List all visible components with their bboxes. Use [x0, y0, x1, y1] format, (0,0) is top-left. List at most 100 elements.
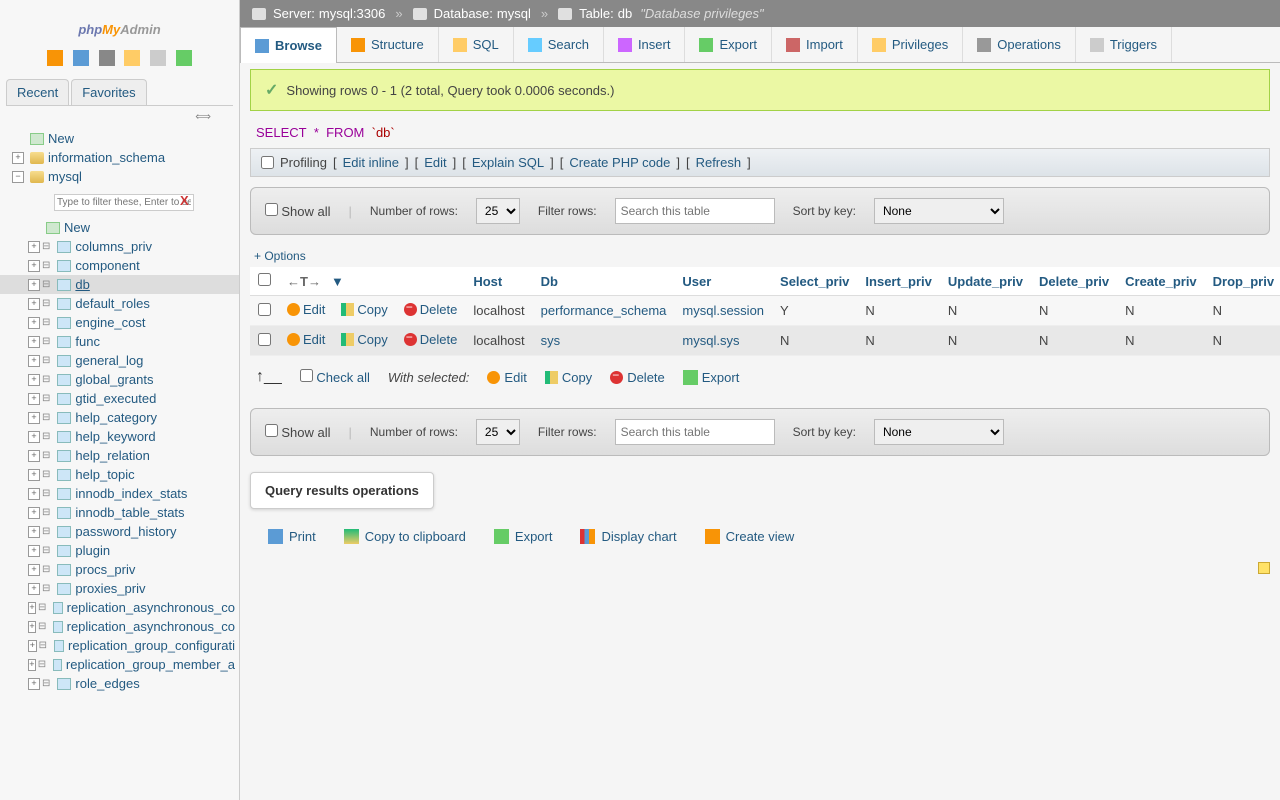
- col-drop_priv[interactable]: Drop_priv: [1205, 267, 1280, 296]
- tab-sql[interactable]: SQL: [439, 27, 514, 62]
- create-php-link[interactable]: Create PHP code: [569, 155, 670, 170]
- tree-item-func[interactable]: +⊟func: [0, 332, 239, 351]
- tab-browse[interactable]: Browse: [240, 27, 337, 63]
- sql-icon[interactable]: [124, 50, 140, 66]
- expand-icon[interactable]: +: [28, 412, 40, 424]
- sort-select[interactable]: None: [874, 198, 1004, 224]
- tab-search[interactable]: Search: [514, 27, 604, 62]
- expand-icon[interactable]: +: [28, 621, 36, 633]
- tab-triggers[interactable]: Triggers: [1076, 27, 1172, 62]
- tab-recent[interactable]: Recent: [6, 79, 69, 105]
- expand-icon[interactable]: +: [28, 241, 40, 253]
- expand-icon[interactable]: +: [28, 260, 40, 272]
- profiling-checkbox[interactable]: [261, 156, 274, 169]
- bulk-edit[interactable]: Edit: [487, 370, 526, 385]
- tab-favorites[interactable]: Favorites: [71, 79, 146, 105]
- bc-server[interactable]: mysql:3306: [319, 6, 385, 21]
- expand-icon[interactable]: +: [28, 640, 37, 652]
- qop-chart[interactable]: Display chart: [580, 529, 676, 544]
- tab-import[interactable]: Import: [772, 27, 858, 62]
- bc-table[interactable]: db: [618, 6, 632, 21]
- col-user[interactable]: User: [674, 267, 772, 296]
- tree-item-db[interactable]: +⊟db: [0, 275, 239, 294]
- col-update_priv[interactable]: Update_priv: [940, 267, 1031, 296]
- tab-insert[interactable]: Insert: [604, 27, 686, 62]
- tree-item-replication_asynchronous_co[interactable]: +⊟replication_asynchronous_co: [0, 598, 239, 617]
- expand-icon[interactable]: +: [28, 336, 40, 348]
- tab-structure[interactable]: Structure: [337, 27, 439, 62]
- qop-view[interactable]: Create view: [705, 529, 795, 544]
- bc-database[interactable]: mysql: [497, 6, 531, 21]
- tree-item-help_keyword[interactable]: +⊟help_keyword: [0, 427, 239, 446]
- edit-inline-link[interactable]: Edit inline: [343, 155, 399, 170]
- row-copy[interactable]: Copy: [341, 332, 387, 347]
- select-all-checkbox[interactable]: [258, 273, 271, 286]
- expand-icon[interactable]: +: [28, 317, 40, 329]
- expand-icon[interactable]: +: [28, 393, 40, 405]
- expand-icon[interactable]: +: [28, 507, 40, 519]
- sort-select-2[interactable]: None: [874, 419, 1004, 445]
- tree-item-information_schema[interactable]: +information_schema: [0, 148, 239, 167]
- show-all-checkbox-2[interactable]: [265, 424, 278, 437]
- expand-icon[interactable]: +: [28, 583, 40, 595]
- show-all-checkbox[interactable]: [265, 203, 278, 216]
- expand-icon[interactable]: +: [28, 488, 40, 500]
- tree-item-new[interactable]: New: [0, 218, 239, 237]
- rows-select-2[interactable]: 25: [476, 419, 520, 445]
- expand-icon[interactable]: +: [28, 659, 36, 671]
- expand-icon[interactable]: +: [12, 152, 24, 164]
- row-checkbox[interactable]: [258, 303, 271, 316]
- expand-icon[interactable]: +: [28, 526, 40, 538]
- settings-icon[interactable]: [150, 50, 166, 66]
- expand-icon[interactable]: −: [12, 171, 24, 183]
- expand-icon[interactable]: +: [28, 298, 40, 310]
- row-checkbox[interactable]: [258, 333, 271, 346]
- expand-icon[interactable]: +: [28, 279, 40, 291]
- bulk-export[interactable]: Export: [683, 370, 740, 385]
- expand-icon[interactable]: +: [28, 450, 40, 462]
- tree-filter-input[interactable]: [54, 194, 194, 211]
- tab-export[interactable]: Export: [685, 27, 772, 62]
- rows-select[interactable]: 25: [476, 198, 520, 224]
- tree-item-innodb_table_stats[interactable]: +⊟innodb_table_stats: [0, 503, 239, 522]
- refresh-link[interactable]: Refresh: [696, 155, 742, 170]
- row-edit[interactable]: Edit: [287, 332, 325, 347]
- tree-item-general_log[interactable]: +⊟general_log: [0, 351, 239, 370]
- row-copy[interactable]: Copy: [341, 302, 387, 317]
- tree-item-role_edges[interactable]: +⊟role_edges: [0, 674, 239, 693]
- options-toggle[interactable]: + Options: [250, 245, 1270, 267]
- tree-item-proxies_priv[interactable]: +⊟proxies_priv: [0, 579, 239, 598]
- tab-privileges[interactable]: Privileges: [858, 27, 963, 62]
- bookmark-icon[interactable]: [1258, 562, 1270, 574]
- col-delete_priv[interactable]: Delete_priv: [1031, 267, 1117, 296]
- tree-item-help_category[interactable]: +⊟help_category: [0, 408, 239, 427]
- bulk-delete[interactable]: Delete: [610, 370, 665, 385]
- tree-item-columns_priv[interactable]: +⊟columns_priv: [0, 237, 239, 256]
- tree-item-global_grants[interactable]: +⊟global_grants: [0, 370, 239, 389]
- reload-icon[interactable]: [176, 50, 192, 66]
- home-icon[interactable]: [47, 50, 63, 66]
- qop-export[interactable]: Export: [494, 529, 553, 544]
- qop-clipboard[interactable]: Copy to clipboard: [344, 529, 466, 544]
- tree-item-plugin[interactable]: +⊟plugin: [0, 541, 239, 560]
- row-edit[interactable]: Edit: [287, 302, 325, 317]
- col-create_priv[interactable]: Create_priv: [1117, 267, 1205, 296]
- expand-icon[interactable]: +: [28, 355, 40, 367]
- docs-icon[interactable]: [99, 50, 115, 66]
- expand-icon[interactable]: +: [28, 374, 40, 386]
- collapse-icon[interactable]: ⟺: [0, 106, 239, 125]
- expand-icon[interactable]: +: [28, 545, 40, 557]
- filter-input-2[interactable]: [615, 419, 775, 445]
- tree-item-procs_priv[interactable]: +⊟procs_priv: [0, 560, 239, 579]
- tab-operations[interactable]: Operations: [963, 27, 1076, 62]
- expand-icon[interactable]: +: [28, 469, 40, 481]
- col-select_priv[interactable]: Select_priv: [772, 267, 857, 296]
- row-delete[interactable]: Delete: [404, 302, 458, 317]
- row-delete[interactable]: Delete: [404, 332, 458, 347]
- tree-item-engine_cost[interactable]: +⊟engine_cost: [0, 313, 239, 332]
- tree-item-mysql[interactable]: −mysql: [0, 167, 239, 186]
- explain-link[interactable]: Explain SQL: [472, 155, 544, 170]
- expand-icon[interactable]: +: [28, 678, 40, 690]
- tree-item-password_history[interactable]: +⊟password_history: [0, 522, 239, 541]
- col-db[interactable]: Db: [533, 267, 675, 296]
